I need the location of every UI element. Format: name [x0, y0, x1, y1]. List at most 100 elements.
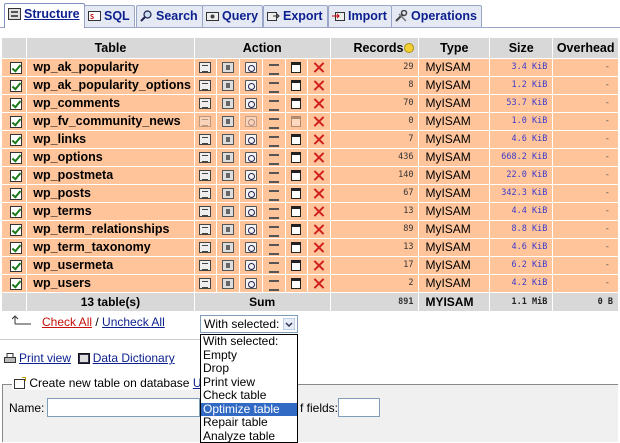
- structure-icon[interactable]: [222, 134, 235, 146]
- insert-icon[interactable]: [268, 278, 280, 292]
- with-selected-select[interactable]: With selected:: [200, 315, 298, 333]
- row-checkbox[interactable]: [10, 187, 22, 200]
- table-name[interactable]: wp_options: [26, 147, 195, 166]
- structure-icon[interactable]: [222, 260, 235, 272]
- insert-icon[interactable]: [268, 80, 280, 94]
- drop-icon[interactable]: [313, 98, 325, 109]
- tab-search[interactable]: Search: [136, 5, 203, 27]
- empty-icon[interactable]: [291, 80, 302, 92]
- browse-icon[interactable]: [199, 98, 212, 110]
- table-name-input[interactable]: [47, 398, 200, 417]
- empty-icon[interactable]: [291, 188, 302, 200]
- insert-icon[interactable]: [268, 224, 280, 238]
- select-option[interactable]: Drop: [201, 362, 297, 376]
- table-name[interactable]: wp_ak_popularity: [26, 57, 195, 76]
- drop-icon[interactable]: [313, 260, 325, 271]
- empty-icon[interactable]: [291, 116, 302, 128]
- insert-icon[interactable]: [268, 188, 280, 202]
- browse-icon[interactable]: [199, 260, 212, 272]
- insert-icon[interactable]: [268, 116, 280, 130]
- drop-icon[interactable]: [313, 170, 325, 181]
- structure-icon[interactable]: [222, 98, 235, 110]
- insert-icon[interactable]: [268, 170, 280, 184]
- row-checkbox[interactable]: [10, 115, 22, 128]
- drop-icon[interactable]: [313, 134, 325, 145]
- drop-icon[interactable]: [313, 152, 325, 163]
- row-checkbox[interactable]: [10, 277, 22, 290]
- row-checkbox[interactable]: [10, 259, 22, 272]
- table-column-header[interactable]: Table: [26, 38, 195, 58]
- search-icon[interactable]: [245, 116, 258, 128]
- structure-icon[interactable]: [222, 224, 235, 236]
- table-size[interactable]: 342.3 KiB: [489, 183, 553, 202]
- table-name[interactable]: wp_usermeta: [26, 255, 195, 274]
- browse-icon[interactable]: [199, 116, 212, 128]
- browse-icon[interactable]: [199, 62, 212, 74]
- overhead-column-header[interactable]: Overhead: [552, 38, 618, 58]
- structure-icon[interactable]: [222, 188, 235, 200]
- structure-icon[interactable]: [222, 116, 235, 128]
- drop-icon[interactable]: [313, 242, 325, 253]
- print-view-link[interactable]: Print view: [19, 351, 71, 365]
- search-icon[interactable]: [245, 134, 258, 146]
- uncheck-all-link[interactable]: Uncheck All: [102, 315, 165, 329]
- table-name[interactable]: wp_links: [26, 129, 195, 148]
- search-icon[interactable]: [245, 62, 258, 74]
- empty-icon[interactable]: [291, 152, 302, 164]
- insert-icon[interactable]: [268, 98, 280, 112]
- structure-icon[interactable]: [222, 206, 235, 218]
- insert-icon[interactable]: [268, 152, 280, 166]
- structure-icon[interactable]: [222, 242, 235, 254]
- search-icon[interactable]: [245, 224, 258, 236]
- select-option[interactable]: Empty: [201, 348, 297, 363]
- drop-icon[interactable]: [313, 62, 325, 73]
- insert-icon[interactable]: [268, 134, 280, 148]
- structure-icon[interactable]: [222, 80, 235, 92]
- row-checkbox[interactable]: [10, 205, 22, 218]
- search-icon[interactable]: [245, 206, 258, 218]
- records-column-header[interactable]: Records: [329, 38, 419, 58]
- table-name[interactable]: wp_ak_popularity_options: [26, 75, 195, 94]
- tab-sql[interactable]: S SQL: [84, 5, 135, 27]
- chevron-down-icon[interactable]: [283, 318, 295, 330]
- structure-icon[interactable]: [222, 278, 235, 290]
- drop-icon[interactable]: [313, 188, 325, 199]
- browse-icon[interactable]: [199, 188, 212, 200]
- row-checkbox[interactable]: [10, 223, 22, 236]
- info-icon[interactable]: [404, 42, 415, 53]
- structure-icon[interactable]: [222, 170, 235, 182]
- tab-export[interactable]: Export: [263, 5, 328, 27]
- table-size[interactable]: 1.2 KiB: [489, 75, 553, 94]
- table-name[interactable]: wp_postmeta: [26, 165, 195, 184]
- tab-operations[interactable]: Operations: [391, 5, 482, 27]
- row-checkbox[interactable]: [10, 151, 22, 164]
- browse-icon[interactable]: [199, 170, 212, 182]
- search-icon[interactable]: [245, 152, 258, 164]
- table-size[interactable]: 668.2 KiB: [489, 147, 553, 166]
- browse-icon[interactable]: [199, 278, 212, 290]
- browse-icon[interactable]: [199, 242, 212, 254]
- table-name[interactable]: wp_fv_community_news: [26, 111, 195, 130]
- drop-icon[interactable]: [313, 224, 325, 235]
- insert-icon[interactable]: [268, 206, 280, 220]
- select-option[interactable]: Analyze table: [201, 429, 297, 443]
- select-option[interactable]: With selected:: [201, 335, 297, 349]
- select-option[interactable]: Print view: [201, 375, 297, 390]
- search-icon[interactable]: [245, 242, 258, 254]
- search-icon[interactable]: [245, 80, 258, 92]
- row-checkbox[interactable]: [10, 61, 22, 74]
- browse-icon[interactable]: [199, 134, 212, 146]
- table-size[interactable]: 1.0 KiB: [489, 111, 553, 130]
- drop-icon[interactable]: [313, 80, 325, 91]
- empty-icon[interactable]: [291, 98, 302, 110]
- empty-icon[interactable]: [291, 224, 302, 236]
- empty-icon[interactable]: [291, 278, 302, 290]
- table-name[interactable]: wp_users: [26, 273, 195, 292]
- row-checkbox[interactable]: [10, 79, 22, 92]
- select-option[interactable]: Check table: [201, 389, 297, 403]
- insert-icon[interactable]: [268, 242, 280, 256]
- search-icon[interactable]: [245, 170, 258, 182]
- browse-icon[interactable]: [199, 152, 212, 164]
- type-column-header[interactable]: Type: [418, 38, 490, 58]
- empty-icon[interactable]: [291, 170, 302, 182]
